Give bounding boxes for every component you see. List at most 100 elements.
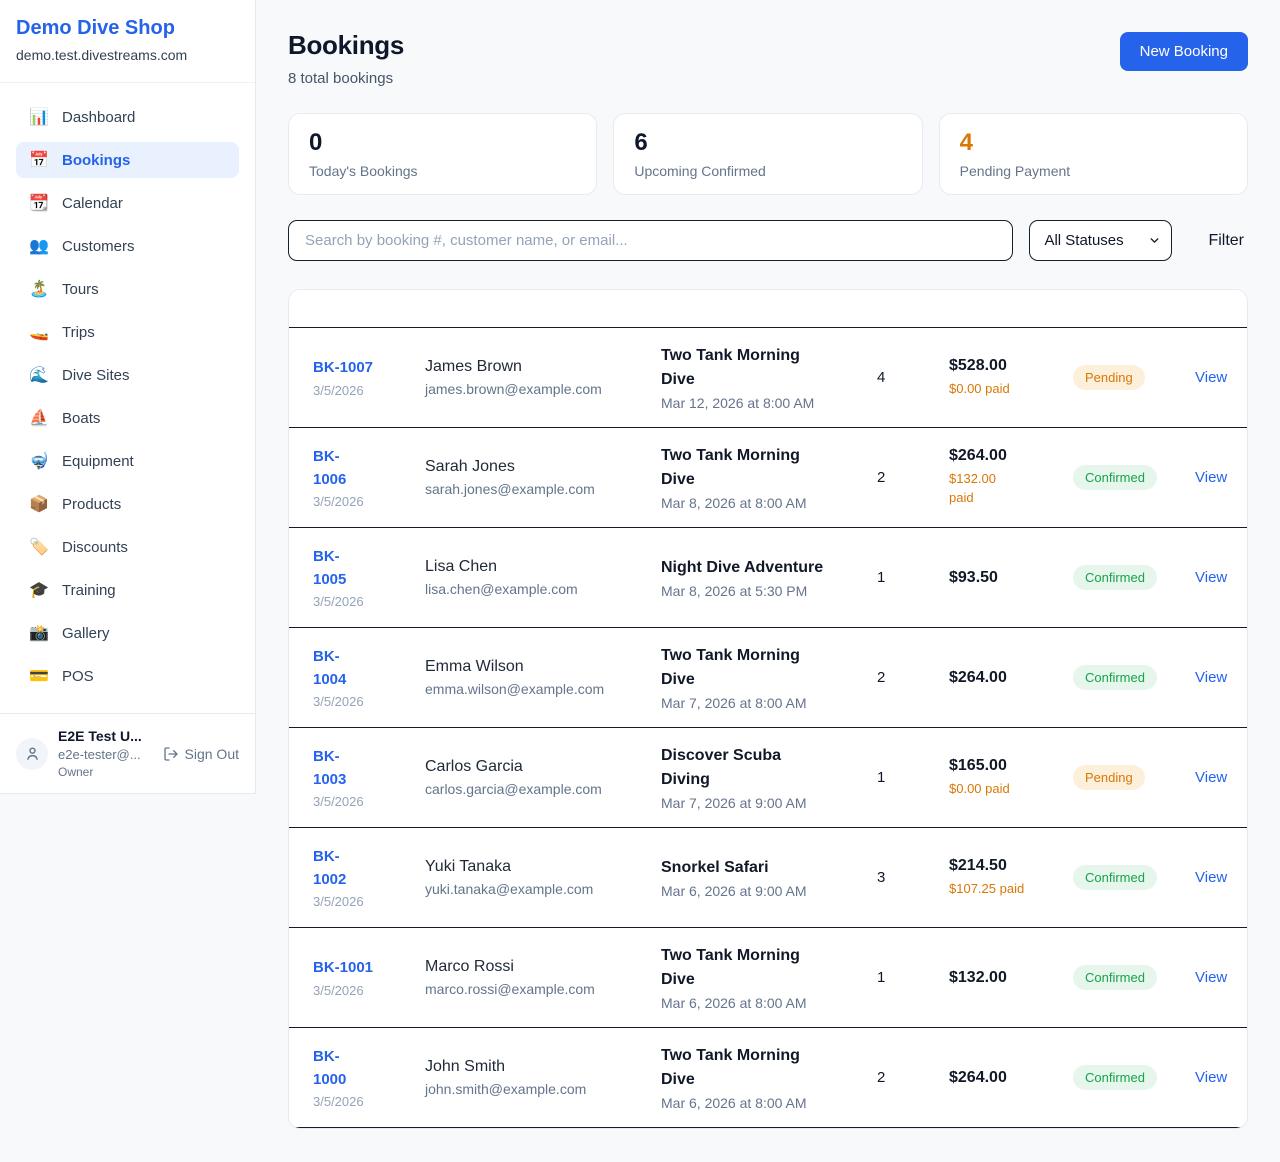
paid-amount: $107.25 paid <box>949 880 1073 899</box>
sidebar-item-equipment[interactable]: 🤿 Equipment <box>16 443 239 479</box>
customer-email: lisa.chen@example.com <box>425 581 661 597</box>
status-badge: Confirmed <box>1073 1065 1157 1090</box>
page-subtitle: 8 total bookings <box>288 70 404 87</box>
booking-date: 3/5/2026 <box>313 894 425 909</box>
trip-name: Discover ScubaDiving <box>661 744 877 790</box>
speedboat-icon: 🚤 <box>28 322 50 342</box>
dive-mask-icon: 🤿 <box>28 451 50 471</box>
sign-out-button[interactable]: Sign Out <box>163 746 239 762</box>
total-amount: $264.00 <box>949 447 1073 465</box>
customer-name: Carlos Garcia <box>425 758 661 776</box>
sidebar-item-label: Dashboard <box>62 109 135 126</box>
pax-count: 2 <box>877 469 949 486</box>
trip-datetime: Mar 6, 2026 at 9:00 AM <box>661 883 877 899</box>
island-icon: 🏝️ <box>28 279 50 299</box>
view-link[interactable]: View <box>1195 369 1227 386</box>
status-badge: Pending <box>1073 765 1145 790</box>
sidebar-item-customers[interactable]: 👥 Customers <box>16 228 239 264</box>
total-amount: $528.00 <box>949 357 1073 375</box>
sidebar-item-label: Discounts <box>62 539 128 556</box>
booking-date: 3/5/2026 <box>313 383 425 398</box>
customer-email: emma.wilson@example.com <box>425 681 661 697</box>
stat-label: Pending Payment <box>960 163 1227 179</box>
pax-count: 4 <box>877 369 949 386</box>
tear-off-calendar-icon: 📆 <box>28 193 50 213</box>
sidebar-item-pos[interactable]: 💳 POS <box>16 658 239 694</box>
total-amount: $165.00 <box>949 757 1073 775</box>
trip-datetime: Mar 12, 2026 at 8:00 AM <box>661 395 877 411</box>
booking-row-bk-1004: BK-1004 3/5/2026 Emma Wilson emma.wilson… <box>289 628 1247 728</box>
sign-out-icon <box>163 746 179 762</box>
status-filter-wrap: All Statuses <box>1029 220 1172 261</box>
graduation-cap-icon: 🎓 <box>28 580 50 600</box>
user-name: E2E Test U... <box>58 728 153 744</box>
sidebar: Demo Dive Shop demo.test.divestreams.com… <box>0 0 256 794</box>
sidebar-item-bookings[interactable]: 📅 Bookings <box>16 142 239 178</box>
booking-link[interactable]: BK-1004 <box>313 646 425 691</box>
customer-name: James Brown <box>425 358 661 376</box>
view-link[interactable]: View <box>1195 669 1227 686</box>
view-link[interactable]: View <box>1195 1069 1227 1086</box>
booking-date: 3/5/2026 <box>313 1094 425 1109</box>
person-icon <box>24 745 41 762</box>
status-filter-select[interactable]: All Statuses <box>1029 220 1172 261</box>
status-badge: Confirmed <box>1073 965 1157 990</box>
new-booking-button[interactable]: New Booking <box>1120 32 1248 71</box>
total-amount: $264.00 <box>949 1069 1073 1087</box>
customer-email: marco.rossi@example.com <box>425 981 661 997</box>
page-title-block: Bookings 8 total bookings <box>288 30 404 87</box>
sidebar-item-label: Bookings <box>62 152 130 169</box>
trip-name: Two Tank MorningDive <box>661 1044 877 1090</box>
booking-link[interactable]: BK-1007 <box>313 357 425 380</box>
booking-row-bk-1000: BK-1000 3/5/2026 John Smith john.smith@e… <box>289 1028 1247 1128</box>
filter-button[interactable]: Filter <box>1204 232 1248 250</box>
customer-email: carlos.garcia@example.com <box>425 781 661 797</box>
sidebar-item-discounts[interactable]: 🏷️ Discounts <box>16 529 239 565</box>
trip-name: Two Tank MorningDive <box>661 444 877 490</box>
sidebar-item-label: Trips <box>62 324 95 341</box>
sign-out-label: Sign Out <box>185 746 239 762</box>
user-role: Owner <box>58 765 153 779</box>
sidebar-item-gallery[interactable]: 📸 Gallery <box>16 615 239 651</box>
sidebar-item-training[interactable]: 🎓 Training <box>16 572 239 608</box>
view-link[interactable]: View <box>1195 769 1227 786</box>
trip-datetime: Mar 6, 2026 at 8:00 AM <box>661 995 877 1011</box>
customer-email: yuki.tanaka@example.com <box>425 881 661 897</box>
sidebar-item-dashboard[interactable]: 📊 Dashboard <box>16 99 239 135</box>
app-logo-block: Demo Dive Shop demo.test.divestreams.com <box>0 0 255 83</box>
pax-count: 1 <box>877 769 949 786</box>
stat-card-pending-payment: 4 Pending Payment <box>939 113 1248 195</box>
booking-date: 3/5/2026 <box>313 983 425 998</box>
view-link[interactable]: View <box>1195 969 1227 986</box>
status-badge: Confirmed <box>1073 865 1157 890</box>
pax-count: 1 <box>877 969 949 986</box>
view-link[interactable]: View <box>1195 569 1227 586</box>
view-link[interactable]: View <box>1195 869 1227 886</box>
sidebar-item-dive-sites[interactable]: 🌊 Dive Sites <box>16 357 239 393</box>
app-name: Demo Dive Shop <box>16 17 239 40</box>
sidebar-item-calendar[interactable]: 📆 Calendar <box>16 185 239 221</box>
booking-link[interactable]: BK-1005 <box>313 546 425 591</box>
booking-link[interactable]: BK-1006 <box>313 446 425 491</box>
stat-value: 0 <box>309 129 576 157</box>
booking-date: 3/5/2026 <box>313 594 425 609</box>
sidebar-item-label: Boats <box>62 410 100 427</box>
view-link[interactable]: View <box>1195 469 1227 486</box>
stat-cards: 0 Today's Bookings 6 Upcoming Confirmed … <box>288 113 1248 195</box>
trip-datetime: Mar 6, 2026 at 8:00 AM <box>661 1095 877 1111</box>
booking-link[interactable]: BK-1001 <box>313 957 425 980</box>
booking-link[interactable]: BK-1000 <box>313 1046 425 1091</box>
package-icon: 📦 <box>28 494 50 514</box>
credit-card-icon: 💳 <box>28 666 50 686</box>
sidebar-item-trips[interactable]: 🚤 Trips <box>16 314 239 350</box>
search-input[interactable] <box>288 220 1013 261</box>
booking-link[interactable]: BK-1002 <box>313 846 425 891</box>
sidebar-item-tours[interactable]: 🏝️ Tours <box>16 271 239 307</box>
sidebar-item-products[interactable]: 📦 Products <box>16 486 239 522</box>
booking-link[interactable]: BK-1003 <box>313 746 425 791</box>
trip-name: Two Tank MorningDive <box>661 944 877 990</box>
sidebar-item-boats[interactable]: ⛵ Boats <box>16 400 239 436</box>
booking-row-bk-1002: BK-1002 3/5/2026 Yuki Tanaka yuki.tanaka… <box>289 828 1247 928</box>
customer-email: sarah.jones@example.com <box>425 481 661 497</box>
table-header-row <box>289 290 1247 328</box>
